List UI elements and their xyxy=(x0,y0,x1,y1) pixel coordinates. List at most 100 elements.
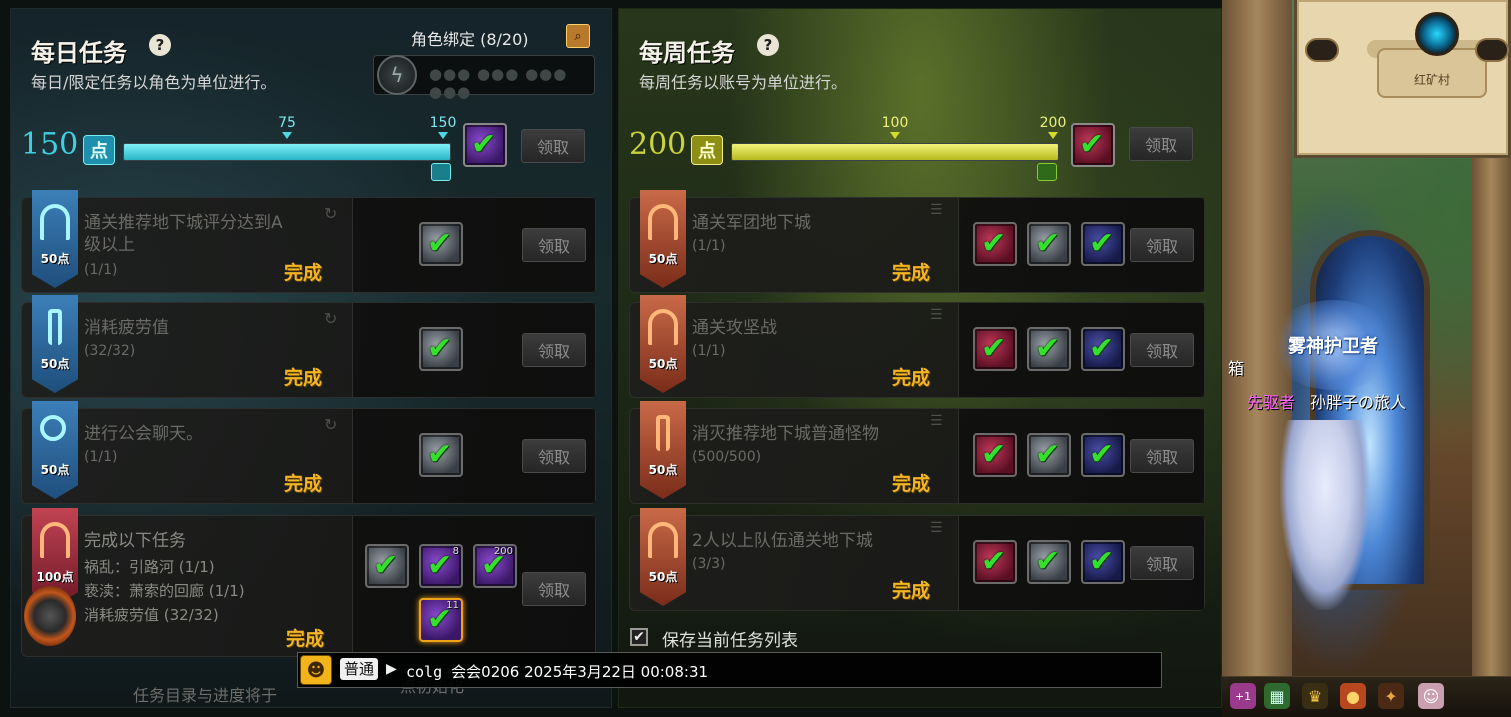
task-name: 完成以下任务 xyxy=(84,531,186,551)
check-icon: ✔ xyxy=(427,331,453,366)
chat-input-text[interactable]: colg 会会0206 2025年3月22日 00:08:31 xyxy=(406,661,708,682)
task-reward-icon[interactable]: ✔ xyxy=(973,327,1017,371)
menu-icon[interactable]: ☰ xyxy=(930,413,943,429)
task-reward-icon[interactable]: ✔ xyxy=(973,540,1017,584)
character-bind-label: 角色绑定 (8/20) xyxy=(411,30,529,49)
sword-icon xyxy=(656,415,670,451)
task-status: 完成 xyxy=(284,262,323,284)
menu-icon[interactable]: ☰ xyxy=(930,202,943,218)
task-reward-icon[interactable]: 8 ✔ xyxy=(419,544,463,588)
task-reward-icon[interactable]: ✔ xyxy=(1081,222,1125,266)
task-claim-button[interactable]: 领取 xyxy=(1130,228,1194,262)
milestone-marker xyxy=(890,132,900,139)
milestone-reward-icon xyxy=(431,163,451,181)
task-claim-button[interactable]: 领取 xyxy=(1130,546,1194,580)
daily-milestone-75: 75 xyxy=(278,115,296,131)
subtask-line: 消耗疲劳值 (32/32) xyxy=(84,606,219,624)
code-placeholder: ●●● ●●● ●●● ●●● xyxy=(429,65,568,101)
minimap[interactable]: 红矿村 xyxy=(1294,0,1511,158)
task-reward-icon[interactable]: ✔ xyxy=(1027,327,1071,371)
emoji-icon[interactable]: ☻ xyxy=(300,655,332,685)
task-banner: 50点 xyxy=(640,190,686,288)
task-reward-icon[interactable]: ✔ xyxy=(419,327,463,371)
milestone-reward-icon xyxy=(1037,163,1057,181)
side-text: 箱 xyxy=(1228,359,1245,378)
task-reward-icon[interactable]: ✔ xyxy=(1027,222,1071,266)
task-claim-button[interactable]: 领取 xyxy=(522,439,586,473)
refresh-icon[interactable]: ↻ xyxy=(324,204,337,223)
task-reward-icon[interactable]: ✔ xyxy=(365,544,409,588)
task-reward-icon[interactable]: ✔ xyxy=(1081,540,1125,584)
check-icon: ✔ xyxy=(481,548,507,583)
check-icon: ✔ xyxy=(427,548,453,583)
player-character[interactable] xyxy=(1280,420,1370,610)
task-progress: (1/1) xyxy=(692,238,726,254)
refresh-icon[interactable]: ↻ xyxy=(324,415,337,434)
menu-icon[interactable]: ☰ xyxy=(930,307,943,323)
task-reward-icon[interactable]: ✔ xyxy=(973,433,1017,477)
gift-icon[interactable]: +1 xyxy=(1230,683,1256,709)
milestone-marker xyxy=(1048,132,1058,139)
task-reward-icon[interactable]: ✔ xyxy=(1027,540,1071,584)
weekly-claim-button[interactable]: 领取 xyxy=(1129,127,1193,161)
task-points: 50点 xyxy=(40,252,70,266)
chevron-right-icon: ▶ xyxy=(386,661,397,677)
task-points: 50点 xyxy=(40,463,70,477)
task-points: 50点 xyxy=(648,463,678,477)
dungeon-gate-icon xyxy=(648,309,678,345)
dungeon-gate-icon xyxy=(648,522,678,558)
task-reward-icon-selected[interactable]: 11 ✔ xyxy=(419,598,463,642)
check-icon: ✔ xyxy=(981,544,1007,579)
daily-subtitle: 每日/限定任务以角色为单位进行。 xyxy=(31,73,277,92)
refresh-icon[interactable]: ↻ xyxy=(324,309,337,328)
weekly-task-row: 50点 通关军团地下城 (1/1) 完成 ☰ ✔ ✔ ✔ 领取 xyxy=(629,190,1205,293)
check-icon: ✔ xyxy=(981,331,1007,366)
save-list-label: 保存当前任务列表 xyxy=(662,631,798,651)
task-reward-icon[interactable]: 200 ✔ xyxy=(473,544,517,588)
subtask-line: 亵渎：萧索的回廊 (1/1) xyxy=(84,582,245,600)
task-claim-button[interactable]: 领取 xyxy=(522,333,586,367)
task-points: 50点 xyxy=(648,357,678,371)
task-reward-icon[interactable]: ✔ xyxy=(419,222,463,266)
task-claim-button[interactable]: 领取 xyxy=(522,572,586,606)
task-reward-icon[interactable]: ✔ xyxy=(419,433,463,477)
minimap-party-icon[interactable] xyxy=(1305,38,1339,62)
crown-icon[interactable]: ♛ xyxy=(1302,683,1328,709)
daily-task-row: 50点 通关推荐地下城评分达到A 级以上 (1/1) 完成 ↻ ✔ 领取 xyxy=(21,190,596,293)
task-claim-button[interactable]: 领取 xyxy=(522,228,586,262)
check-icon: ✔ xyxy=(1035,544,1061,579)
task-reward-icon[interactable]: ✔ xyxy=(1081,433,1125,477)
minimap-orb-icon[interactable] xyxy=(1415,12,1459,56)
medal-icon xyxy=(24,586,76,646)
minimap-extra-icon[interactable] xyxy=(1475,38,1509,62)
save-list-checkbox[interactable]: ✔ xyxy=(630,628,648,646)
fortune-icon[interactable]: ● xyxy=(1340,683,1366,709)
help-icon[interactable]: ? xyxy=(757,34,779,56)
avatar-icon[interactable]: ☺ xyxy=(1418,683,1444,709)
task-points: 50点 xyxy=(648,252,678,266)
menu-icon[interactable]: ☰ xyxy=(930,520,943,536)
guild-crest-icon[interactable]: ✦ xyxy=(1378,683,1404,709)
task-claim-button[interactable]: 领取 xyxy=(1130,439,1194,473)
task-points: 50点 xyxy=(40,357,70,371)
weekly-points: 200 xyxy=(629,127,687,162)
weekly-task-row: 50点 消灭推荐地下城普通怪物 (500/500) 完成 ☰ ✔ ✔ ✔ 领取 xyxy=(629,401,1205,504)
calendar-icon[interactable]: ▦ xyxy=(1264,683,1290,709)
task-name: 通关推荐地下城评分达到A 级以上 xyxy=(84,213,283,255)
weekly-milestone-reward[interactable]: ✔ xyxy=(1071,123,1115,167)
subtask-line: 祸乱：引路河 (1/1) xyxy=(84,558,215,576)
daily-claim-button[interactable]: 领取 xyxy=(521,129,585,163)
gear-icon xyxy=(40,415,66,441)
chat-channel-button[interactable]: 普通 xyxy=(340,658,379,680)
search-icon[interactable]: ⌕ xyxy=(566,24,590,48)
task-name: 通关军团地下城 xyxy=(692,213,811,233)
task-reward-icon[interactable]: ✔ xyxy=(1027,433,1071,477)
character-name: 孙胖子の旅人 xyxy=(1310,393,1407,412)
task-claim-button[interactable]: 领取 xyxy=(1130,333,1194,367)
daily-milestone-reward[interactable]: ✔ xyxy=(463,123,507,167)
task-reward-icon[interactable]: ✔ xyxy=(973,222,1017,266)
help-icon[interactable]: ? xyxy=(149,34,171,56)
dungeon-gate-icon xyxy=(40,204,70,240)
task-reward-icon[interactable]: ✔ xyxy=(1081,327,1125,371)
check-icon: ✔ xyxy=(1079,127,1105,162)
